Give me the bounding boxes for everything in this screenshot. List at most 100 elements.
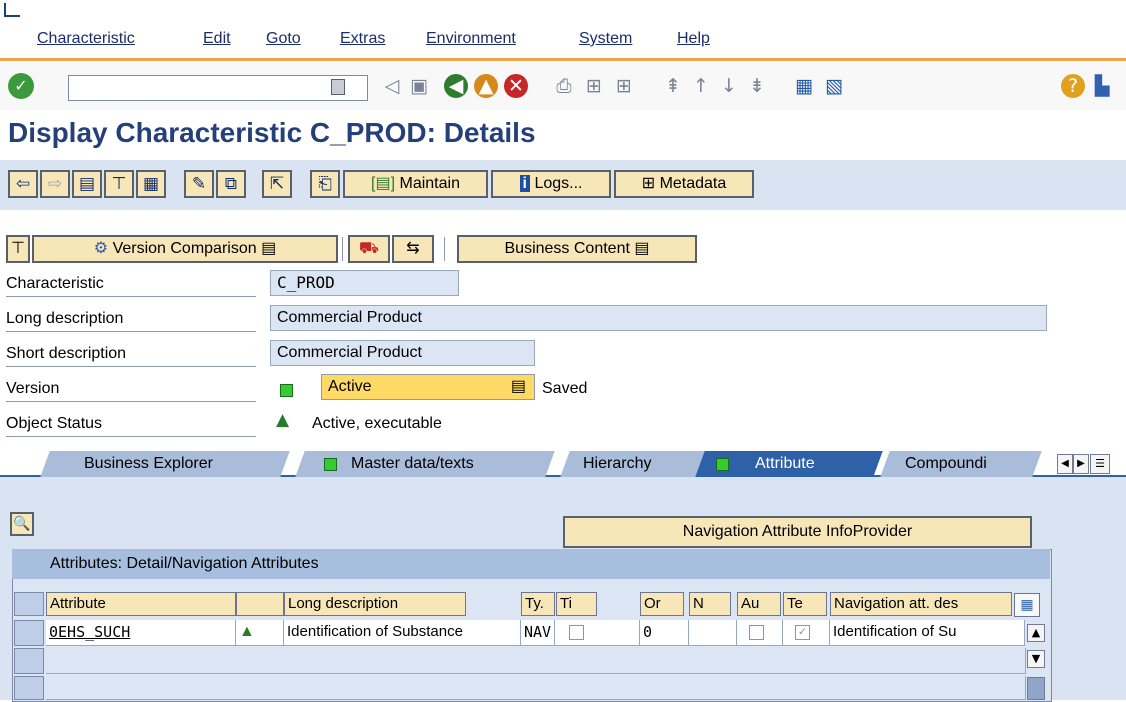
column-header-type[interactable]: Ty. xyxy=(521,592,555,616)
short-description-label: Short description xyxy=(6,342,256,367)
check-icon-button[interactable]: ✎ xyxy=(184,170,214,198)
tab-compounding[interactable]: Compoundi xyxy=(905,451,987,477)
menu-extras[interactable]: Extras xyxy=(340,30,385,48)
long-description-label: Long description xyxy=(6,307,256,332)
maintain-button[interactable]: [▤] Maintain xyxy=(343,170,488,198)
scroll-up-icon[interactable]: ▲ xyxy=(1027,624,1045,642)
version-comparison-button[interactable]: ⚙ Version Comparison ▤ xyxy=(32,235,338,263)
table-row-empty xyxy=(46,676,1026,700)
short-description-field[interactable]: Commercial Product xyxy=(270,340,535,366)
tab-hierarchy[interactable]: Hierarchy xyxy=(583,451,651,477)
dropdown-icon: ▤ xyxy=(634,240,650,257)
column-header-au[interactable]: Au xyxy=(737,592,781,616)
metadata-button[interactable]: ⊞ Metadata xyxy=(614,170,754,198)
column-header-te[interactable]: Te xyxy=(783,592,827,616)
next-page-icon[interactable]: ↓ xyxy=(717,74,741,98)
te-checkbox-checked[interactable]: ✓ xyxy=(795,624,810,640)
table-cell-attribute[interactable]: 0EHS_SUCH xyxy=(46,620,236,646)
table-cell-te: ✓ xyxy=(783,620,830,646)
other-object-button[interactable]: ▤ xyxy=(72,170,102,198)
copy-icon-button[interactable]: ⧉ xyxy=(216,170,246,198)
scroll-down-icon[interactable]: ▼ xyxy=(1027,650,1045,668)
system-menu-icon[interactable] xyxy=(4,3,20,17)
hierarchy-icon-button[interactable]: ⊤ xyxy=(104,170,134,198)
version-select[interactable]: Active ▤ xyxy=(321,374,535,400)
menu-environment[interactable]: Environment xyxy=(426,30,516,48)
green-status-icon xyxy=(280,384,293,397)
characteristic-field[interactable]: C_PROD xyxy=(270,270,459,296)
menu-help[interactable]: Help xyxy=(677,30,710,48)
command-dropdown-icon[interactable] xyxy=(331,79,345,95)
page-title: Display Characteristic C_PROD: Details xyxy=(8,117,536,148)
menu-edit[interactable]: Edit xyxy=(203,30,231,48)
menu-bar: Characteristic Edit Goto Extras Environm… xyxy=(0,0,1126,61)
tab-scroll-left-icon[interactable]: ◀ xyxy=(1057,454,1073,474)
characteristic-label: Characteristic xyxy=(6,272,256,297)
tab-scroll-right-icon[interactable]: ▶ xyxy=(1073,454,1089,474)
shortcut-icon[interactable]: ▧ xyxy=(822,74,846,98)
magnifier-icon: 🔍 xyxy=(13,516,31,532)
menu-system[interactable]: System xyxy=(579,30,632,48)
truck-button[interactable]: ⛟ xyxy=(348,235,390,263)
row-selector[interactable] xyxy=(14,676,44,700)
dropdown-icon: ▤ xyxy=(261,240,277,257)
find-icon[interactable]: ⊞ xyxy=(582,74,606,98)
logs-label: Logs... xyxy=(534,175,583,192)
long-description-field[interactable]: Commercial Product xyxy=(270,305,1047,331)
version-value: Active xyxy=(328,378,372,395)
table-cell-long-description: Identification of Substance xyxy=(284,620,521,646)
transfer-button[interactable]: ⇆ xyxy=(392,235,434,263)
where-used-icon-button[interactable]: ⎗ xyxy=(310,170,340,198)
command-field[interactable] xyxy=(68,75,368,101)
navigation-attribute-infoprovider-button[interactable]: Navigation Attribute InfoProvider xyxy=(563,516,1032,548)
transport-icon-button[interactable]: ⇱ xyxy=(262,170,292,198)
object-status-icon: ▲ xyxy=(276,410,290,430)
menu-goto[interactable]: Goto xyxy=(266,30,301,48)
column-header-long-description[interactable]: Long description xyxy=(284,592,466,616)
column-header-navigation-att-desc[interactable]: Navigation att. des xyxy=(830,592,1012,616)
hierarchy-small-button[interactable]: ⊤ xyxy=(6,235,30,263)
row-selector[interactable] xyxy=(14,648,44,674)
truck-icon: ⛟ xyxy=(358,240,380,257)
first-page-icon[interactable]: ⇞ xyxy=(661,74,685,98)
business-content-button[interactable]: Business Content ▤ xyxy=(457,235,697,263)
cancel-icon[interactable]: ✕ xyxy=(504,74,528,98)
metadata-label: Metadata xyxy=(659,175,727,192)
create-session-icon[interactable]: ▦ xyxy=(792,74,816,98)
menu-characteristic[interactable]: Characteristic xyxy=(37,30,135,48)
detail-view-button[interactable]: 🔍 xyxy=(10,512,34,536)
table-cell-icon: ▲ xyxy=(236,620,284,646)
column-header-n[interactable]: N xyxy=(689,592,731,616)
enter-icon[interactable]: ✓ xyxy=(8,73,34,99)
tab-attribute-led xyxy=(716,458,729,471)
column-header-or[interactable]: Or xyxy=(640,592,684,616)
ti-checkbox[interactable] xyxy=(569,624,584,640)
column-header-attribute[interactable]: Attribute xyxy=(46,592,236,616)
layout-menu-icon[interactable]: ▙ xyxy=(1090,74,1114,98)
column-header-ti[interactable]: Ti xyxy=(556,592,597,616)
exit-icon[interactable]: ▲ xyxy=(474,74,498,98)
last-page-icon[interactable]: ⇟ xyxy=(745,74,769,98)
print-icon[interactable]: ⎙ xyxy=(552,74,576,98)
find-next-icon[interactable]: ⊞ xyxy=(612,74,636,98)
back-icon[interactable]: ◀ xyxy=(444,74,468,98)
previous-page-icon[interactable]: ↑ xyxy=(689,74,713,98)
table-cell-order[interactable]: 0 xyxy=(640,620,689,646)
forward-arrow-button[interactable]: ⇨ xyxy=(40,170,70,198)
column-header-icon[interactable] xyxy=(236,592,284,616)
tab-list-icon[interactable]: ☰ xyxy=(1090,454,1110,474)
select-all-cell[interactable] xyxy=(14,592,44,616)
tab-attribute[interactable]: Attribute xyxy=(755,451,815,477)
help-icon[interactable]: ? xyxy=(1061,74,1085,98)
scrollbar-thumb[interactable] xyxy=(1027,677,1045,700)
tab-business-explorer[interactable]: Business Explorer xyxy=(84,451,213,477)
back-triangle-icon[interactable]: ◁ xyxy=(380,74,404,98)
back-arrow-button[interactable]: ⇦ xyxy=(8,170,38,198)
table-icon-button[interactable]: ▦ xyxy=(136,170,166,198)
au-checkbox[interactable] xyxy=(749,624,764,640)
row-selector[interactable] xyxy=(14,620,44,646)
tab-master-data[interactable]: Master data/texts xyxy=(351,451,474,477)
column-settings-icon[interactable]: ▦ xyxy=(1014,593,1040,617)
save-icon[interactable]: ▣ xyxy=(407,74,431,98)
logs-button[interactable]: i Logs... xyxy=(491,170,611,198)
